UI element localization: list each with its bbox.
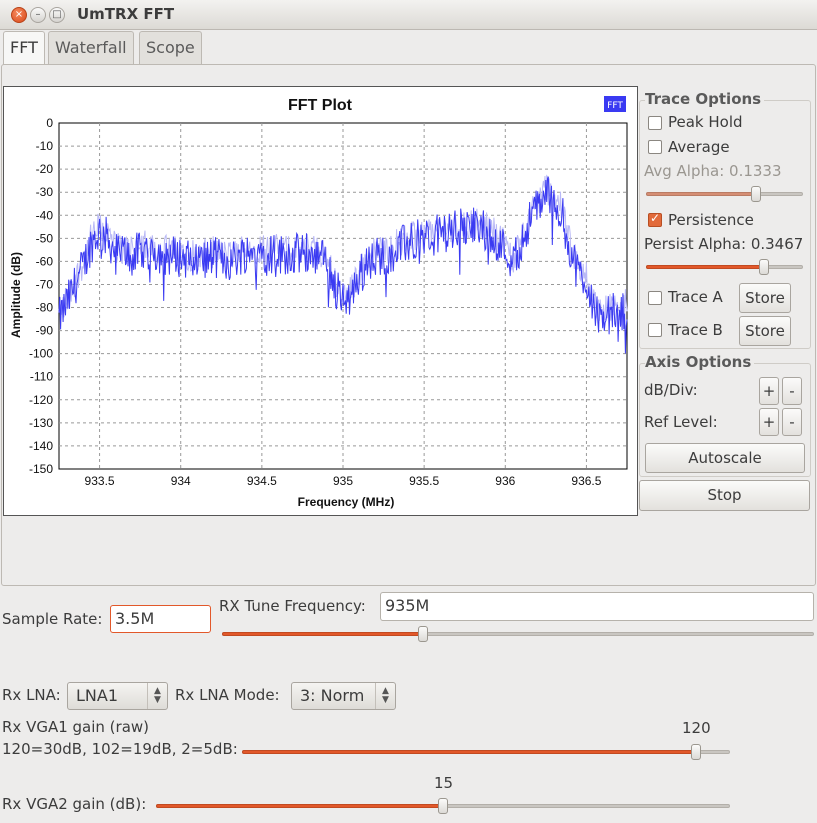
- y-tick-label: -30: [36, 185, 54, 199]
- rx-vga1-sublabel: 120=30dB, 102=19dB, 2=5dB:: [2, 740, 238, 758]
- store-trace-a-button[interactable]: Store: [739, 283, 791, 313]
- rx-lna-label: Rx LNA:: [2, 686, 61, 704]
- y-tick-label: -80: [36, 301, 54, 315]
- tab-fft[interactable]: FFT: [3, 31, 45, 66]
- y-tick-label: -60: [36, 254, 54, 268]
- y-tick-label: -70: [36, 277, 54, 291]
- average-checkbox[interactable]: [648, 140, 662, 154]
- rx-vga1-value: 120: [682, 719, 711, 737]
- title-bar: × – □ UmTRX FFT: [0, 0, 817, 30]
- average-label: Average: [668, 138, 730, 156]
- rx-tune-frequency-input[interactable]: 935M: [380, 592, 814, 621]
- maximize-icon[interactable]: □: [49, 7, 65, 23]
- peak-hold-checkbox[interactable]: [648, 116, 662, 130]
- spin-arrows-icon: ▲ ▼: [147, 683, 167, 709]
- trace-options-title: Trace Options: [645, 90, 765, 108]
- x-tick-label: 935.5: [409, 474, 439, 488]
- y-tick-label: -130: [29, 416, 53, 430]
- peak-hold-label: Peak Hold: [668, 113, 743, 131]
- sample-rate-label: Sample Rate:: [2, 610, 103, 628]
- rx-vga2-label: Rx VGA2 gain (dB):: [2, 795, 147, 813]
- fft-plot: FFT Plot 0 -10 -20 -30 -40 -50 -60 -70 -80 -90 -10…: [3, 86, 638, 516]
- stop-button[interactable]: Stop: [639, 480, 810, 511]
- y-tick-label: -20: [36, 162, 54, 176]
- rx-tune-slider-thumb[interactable]: [418, 626, 428, 642]
- spin-arrows-icon: ▲ ▼: [375, 683, 395, 709]
- x-tick-label: 935: [333, 474, 353, 488]
- persist-alpha-label: Persist Alpha: 0.3467: [644, 235, 804, 253]
- rx-lna-mode-label: Rx LNA Mode:: [175, 686, 280, 704]
- rx-lna-mode-select[interactable]: 3: Norm ▲ ▼: [291, 682, 396, 710]
- y-tick-label: 0: [46, 116, 53, 130]
- y-tick-label: -40: [36, 208, 54, 222]
- ref-level-label: Ref Level:: [644, 413, 718, 431]
- rx-lna-value: LNA1: [76, 686, 119, 705]
- x-tick-label: 934.5: [247, 474, 277, 488]
- legend-label: FFT: [607, 101, 623, 111]
- y-tick-label: -140: [29, 439, 53, 453]
- avg-alpha-slider-thumb[interactable]: [751, 186, 761, 202]
- persist-alpha-slider-fill: [646, 265, 764, 269]
- rx-lna-mode-value: 3: Norm: [300, 686, 365, 705]
- rx-vga1-label: Rx VGA1 gain (raw): [2, 718, 150, 736]
- x-tick-label: 934: [171, 474, 191, 488]
- tab-waterfall[interactable]: Waterfall: [48, 31, 134, 64]
- close-icon[interactable]: ×: [11, 7, 27, 23]
- x-tick-label: 933.5: [85, 474, 115, 488]
- db-div-minus-button[interactable]: -: [782, 377, 802, 405]
- rx-tune-frequency-label: RX Tune Frequency:: [219, 597, 366, 615]
- axis-options-title: Axis Options: [645, 353, 755, 371]
- sample-rate-input[interactable]: 3.5M: [110, 605, 211, 633]
- db-div-plus-button[interactable]: +: [759, 377, 779, 405]
- rx-vga2-slider-fill: [156, 804, 443, 808]
- y-tick-label: -50: [36, 231, 54, 245]
- y-tick-label: -10: [36, 139, 54, 153]
- y-axis-label: Amplitude (dB): [9, 252, 23, 338]
- rx-lna-select[interactable]: LNA1 ▲ ▼: [67, 682, 168, 710]
- trace-b-checkbox[interactable]: [648, 323, 662, 337]
- window-title: UmTRX FFT: [77, 5, 175, 23]
- trace-b-label: Trace B: [668, 321, 723, 339]
- y-tick-label: -90: [36, 324, 54, 338]
- ref-level-plus-button[interactable]: +: [759, 408, 779, 436]
- x-tick-label: 936: [495, 474, 515, 488]
- persist-alpha-slider-thumb[interactable]: [759, 259, 769, 275]
- tab-scope[interactable]: Scope: [139, 31, 202, 64]
- y-tick-label: -110: [30, 370, 53, 384]
- rx-vga2-value: 15: [434, 774, 454, 792]
- autoscale-button[interactable]: Autoscale: [645, 443, 805, 473]
- rx-vga2-slider-thumb[interactable]: [438, 798, 448, 814]
- ref-level-minus-button[interactable]: -: [782, 408, 802, 436]
- rx-vga1-slider-fill: [242, 750, 696, 754]
- trace-a-checkbox[interactable]: [648, 291, 662, 305]
- minimize-icon[interactable]: –: [30, 7, 46, 23]
- db-div-label: dB/Div:: [644, 381, 698, 399]
- x-axis-label: Frequency (MHz): [298, 495, 395, 509]
- avg-alpha-slider-fill: [646, 192, 756, 196]
- y-tick-label: -120: [29, 393, 53, 407]
- rx-tune-slider-fill: [222, 632, 423, 636]
- persistence-label: Persistence: [668, 211, 754, 229]
- plot-title: FFT Plot: [288, 97, 353, 114]
- avg-alpha-label: Avg Alpha: 0.1333: [644, 162, 782, 180]
- trace-a-label: Trace A: [668, 288, 723, 306]
- y-tick-label: -100: [29, 347, 53, 361]
- store-trace-b-button[interactable]: Store: [739, 316, 791, 346]
- persistence-checkbox[interactable]: [648, 211, 662, 227]
- x-tick-label: 936.5: [571, 474, 601, 488]
- rx-vga1-slider-thumb[interactable]: [691, 744, 701, 760]
- y-tick-label: -150: [29, 462, 53, 476]
- fft-plot-canvas: FFT Plot 0 -10 -20 -30 -40 -50 -60 -70 -80 -90 -10…: [9, 96, 628, 509]
